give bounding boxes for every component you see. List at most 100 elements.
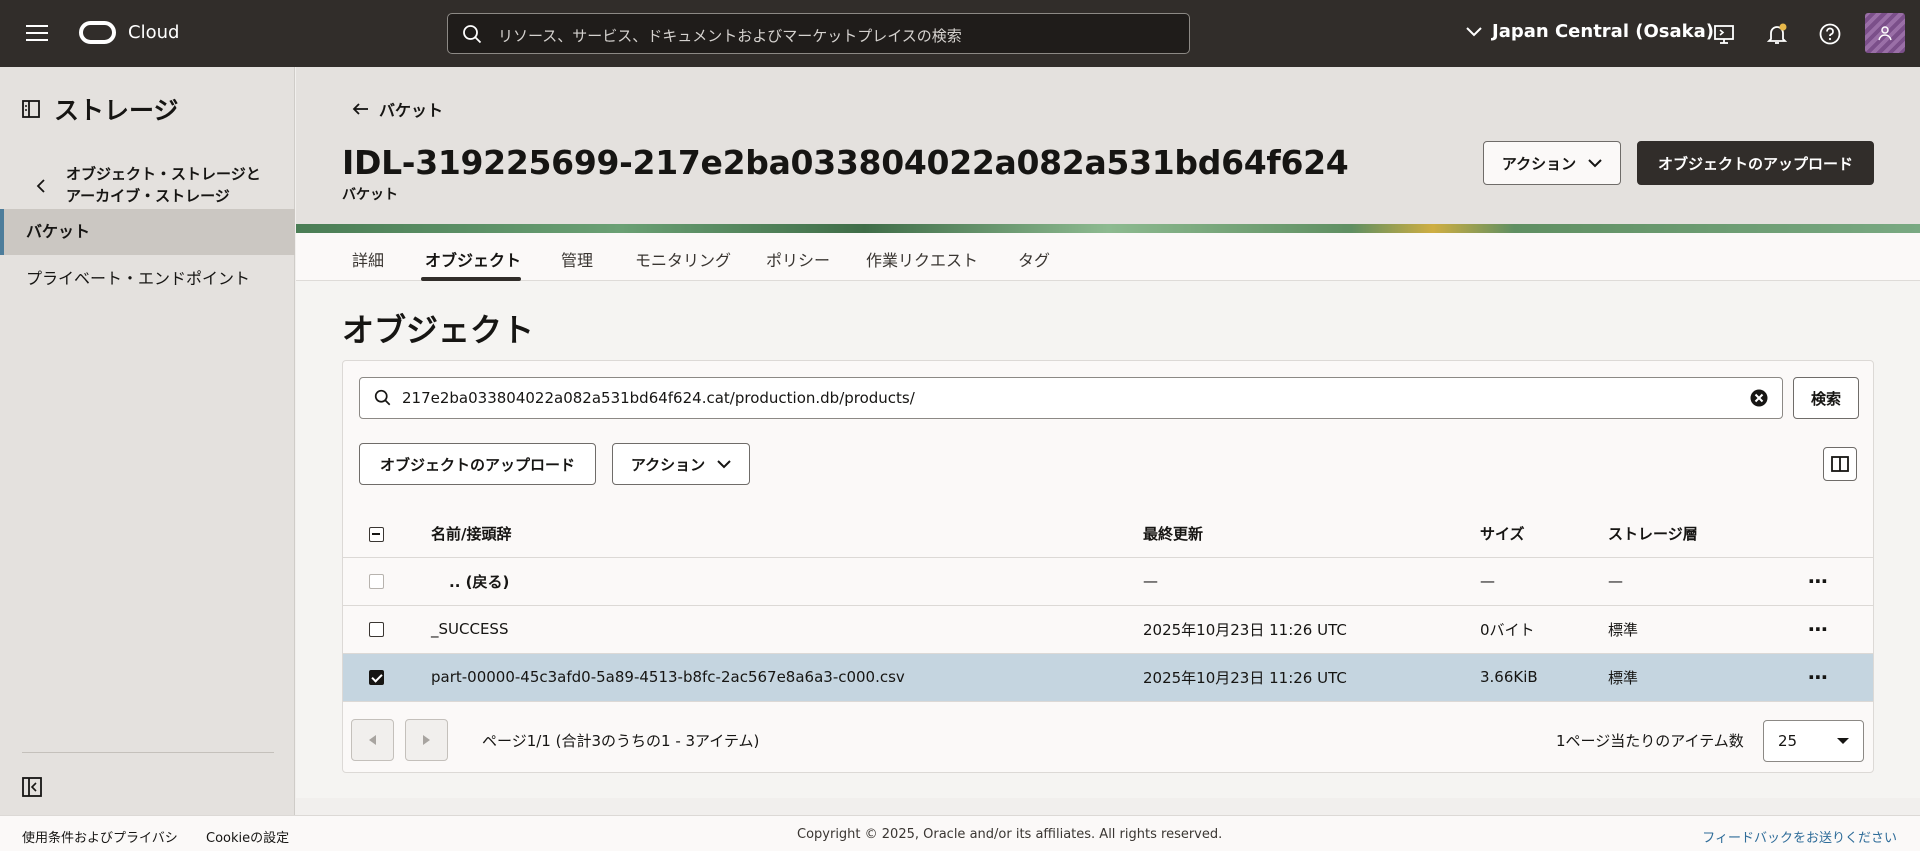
header-upload-button[interactable]: オブジェクトのアップロード xyxy=(1637,141,1874,185)
search-placeholder: リソース、サービス、ドキュメントおよびマーケットプレイスの検索 xyxy=(498,27,962,45)
column-header-tier[interactable]: ストレージ層 xyxy=(1608,511,1808,558)
object-name[interactable]: .. (戻る) xyxy=(431,557,1143,606)
per-page-value: 25 xyxy=(1778,732,1798,750)
object-modified: — xyxy=(1143,557,1480,606)
object-modified: 2025年10月23日 11:26 UTC xyxy=(1143,605,1480,654)
object-tier: — xyxy=(1608,557,1808,606)
bell-icon[interactable] xyxy=(1765,22,1789,46)
row-actions-icon[interactable]: ⋯ xyxy=(1808,569,1829,593)
brand-text[interactable]: Cloud xyxy=(128,22,179,43)
prev-page-button[interactable] xyxy=(351,719,394,761)
object-name[interactable]: part-00000-45c3afd0-5a89-4513-b8fc-2ac56… xyxy=(431,653,1143,702)
tab-management[interactable]: 管理 xyxy=(561,247,593,271)
object-size: — xyxy=(1480,557,1608,606)
row-checkbox xyxy=(369,574,384,589)
table-row[interactable]: part-00000-45c3afd0-5a89-4513-b8fc-2ac56… xyxy=(343,653,1873,702)
object-tier: 標準 xyxy=(1608,653,1808,702)
object-name[interactable]: _SUCCESS xyxy=(431,605,1143,654)
sidebar-title-text: ストレージ xyxy=(54,96,179,125)
actions-button[interactable]: アクション xyxy=(612,443,750,485)
region-selector[interactable]: Japan Central (Osaka) xyxy=(1466,21,1714,42)
top-bar: Cloud リソース、サービス、ドキュメントおよびマーケットプレイスの検索 Ja… xyxy=(0,0,1920,67)
search-button[interactable]: 検索 xyxy=(1793,377,1859,419)
back-to-buckets-link[interactable]: バケット xyxy=(352,97,443,121)
select-all-checkbox[interactable] xyxy=(369,526,384,542)
pagination: ページ1/1 (合計3のうちの1 - 3アイテム) 1ページ当たりのアイテム数 … xyxy=(343,707,1873,773)
object-tier: 標準 xyxy=(1608,605,1808,654)
caret-left-icon xyxy=(369,735,376,745)
region-label: Japan Central (Osaka) xyxy=(1492,21,1714,42)
section-title: オブジェクト xyxy=(342,311,535,349)
feedback-link[interactable]: フィードバックをお送りください xyxy=(1702,827,1897,846)
caret-right-icon xyxy=(423,735,430,745)
object-size: 3.66KiB xyxy=(1480,653,1608,702)
caret-down-icon xyxy=(1837,738,1849,744)
columns-icon xyxy=(1831,456,1849,472)
sidebar-back-label-1: オブジェクト・ストレージと xyxy=(66,165,261,183)
page-header: バケット IDL-319225699-217e2ba033804022a082a… xyxy=(296,67,1920,224)
row-actions-icon[interactable]: ⋯ xyxy=(1808,665,1829,689)
tab-work-requests[interactable]: 作業リクエスト xyxy=(866,247,978,271)
actions-label: アクション xyxy=(630,455,706,474)
search-icon xyxy=(463,25,482,44)
tab-objects[interactable]: オブジェクト xyxy=(425,247,521,271)
terms-link[interactable]: 使用条件およびプライバシ xyxy=(22,827,178,846)
back-link-label: バケット xyxy=(379,101,444,120)
per-page-select[interactable]: 25 xyxy=(1763,720,1864,762)
oracle-logo-icon[interactable] xyxy=(79,21,116,44)
tab-policies[interactable]: ポリシー xyxy=(766,247,830,271)
column-settings-button[interactable] xyxy=(1823,447,1857,481)
object-filter-input[interactable]: 217e2ba033804022a082a531bd64f624.cat/pro… xyxy=(359,377,1783,419)
copyright-text: Copyright © 2025, Oracle and/or its affi… xyxy=(797,827,1223,842)
decorative-banner xyxy=(296,224,1920,233)
sidebar-title: ストレージ xyxy=(22,91,179,127)
objects-table: 名前/接頭辞 最終更新 サイズ ストレージ層 .. (戻る) — — — ⋯ _… xyxy=(343,511,1873,702)
chevron-down-icon xyxy=(1466,26,1482,36)
global-search-input[interactable]: リソース、サービス、ドキュメントおよびマーケットプレイスの検索 xyxy=(447,13,1190,54)
column-header-size[interactable]: サイズ xyxy=(1480,511,1608,558)
objects-panel: 217e2ba033804022a082a531bd64f624.cat/pro… xyxy=(342,360,1874,773)
chevron-left-icon xyxy=(36,179,45,193)
search-icon xyxy=(374,389,391,406)
filter-value: 217e2ba033804022a082a531bd64f624.cat/pro… xyxy=(402,389,915,407)
footer: 使用条件およびプライバシ Cookieの設定 Copyright © 2025,… xyxy=(0,815,1920,851)
row-checkbox[interactable] xyxy=(369,622,384,637)
sidebar: ストレージ オブジェクト・ストレージと アーカイブ・ストレージ バケット プライ… xyxy=(0,67,295,815)
row-actions-icon[interactable]: ⋯ xyxy=(1808,617,1829,641)
storage-icon xyxy=(22,100,40,118)
cloud-shell-icon[interactable] xyxy=(1712,22,1736,46)
sidebar-item-buckets[interactable]: バケット xyxy=(0,209,295,255)
header-actions-button[interactable]: アクション xyxy=(1483,141,1621,185)
page-title: IDL-319225699-217e2ba033804022a082a531bd… xyxy=(342,143,1349,182)
menu-icon[interactable] xyxy=(26,25,48,43)
column-header-modified[interactable]: 最終更新 xyxy=(1143,511,1480,558)
header-actions-label: アクション xyxy=(1501,154,1577,173)
sidebar-back-label-2: アーカイブ・ストレージ xyxy=(66,187,230,205)
table-row[interactable]: .. (戻る) — — — ⋯ xyxy=(343,557,1873,606)
chevron-down-icon xyxy=(1588,158,1602,167)
row-checkbox[interactable] xyxy=(369,670,384,685)
column-header-name[interactable]: 名前/接頭辞 xyxy=(431,511,1143,558)
chevron-down-icon xyxy=(717,459,731,468)
tab-bar: 詳細 オブジェクト 管理 モニタリング ポリシー 作業リクエスト タグ xyxy=(296,233,1920,281)
clear-icon[interactable] xyxy=(1750,389,1768,407)
object-modified: 2025年10月23日 11:26 UTC xyxy=(1143,653,1480,702)
collapse-sidebar-icon[interactable] xyxy=(22,777,42,797)
table-row[interactable]: _SUCCESS 2025年10月23日 11:26 UTC 0バイト 標準 ⋯ xyxy=(343,605,1873,654)
page-subtitle: バケット xyxy=(342,187,398,203)
tab-monitoring[interactable]: モニタリング xyxy=(635,247,731,271)
tab-details[interactable]: 詳細 xyxy=(352,247,384,271)
sidebar-divider xyxy=(22,752,274,753)
help-icon[interactable] xyxy=(1818,22,1842,46)
table-header-row: 名前/接頭辞 最終更新 サイズ ストレージ層 xyxy=(343,511,1873,558)
next-page-button[interactable] xyxy=(405,719,448,761)
tab-tags[interactable]: タグ xyxy=(1018,247,1050,271)
avatar[interactable] xyxy=(1865,13,1905,53)
object-size: 0バイト xyxy=(1480,605,1608,654)
arrow-left-icon xyxy=(352,103,368,115)
upload-object-button[interactable]: オブジェクトのアップロード xyxy=(359,443,596,485)
sidebar-item-private-endpoints[interactable]: プライベート・エンドポイント xyxy=(0,256,295,302)
cookie-settings-link[interactable]: Cookieの設定 xyxy=(206,827,289,846)
user-icon xyxy=(1878,26,1892,41)
per-page-label: 1ページ当たりのアイテム数 xyxy=(1556,732,1744,750)
